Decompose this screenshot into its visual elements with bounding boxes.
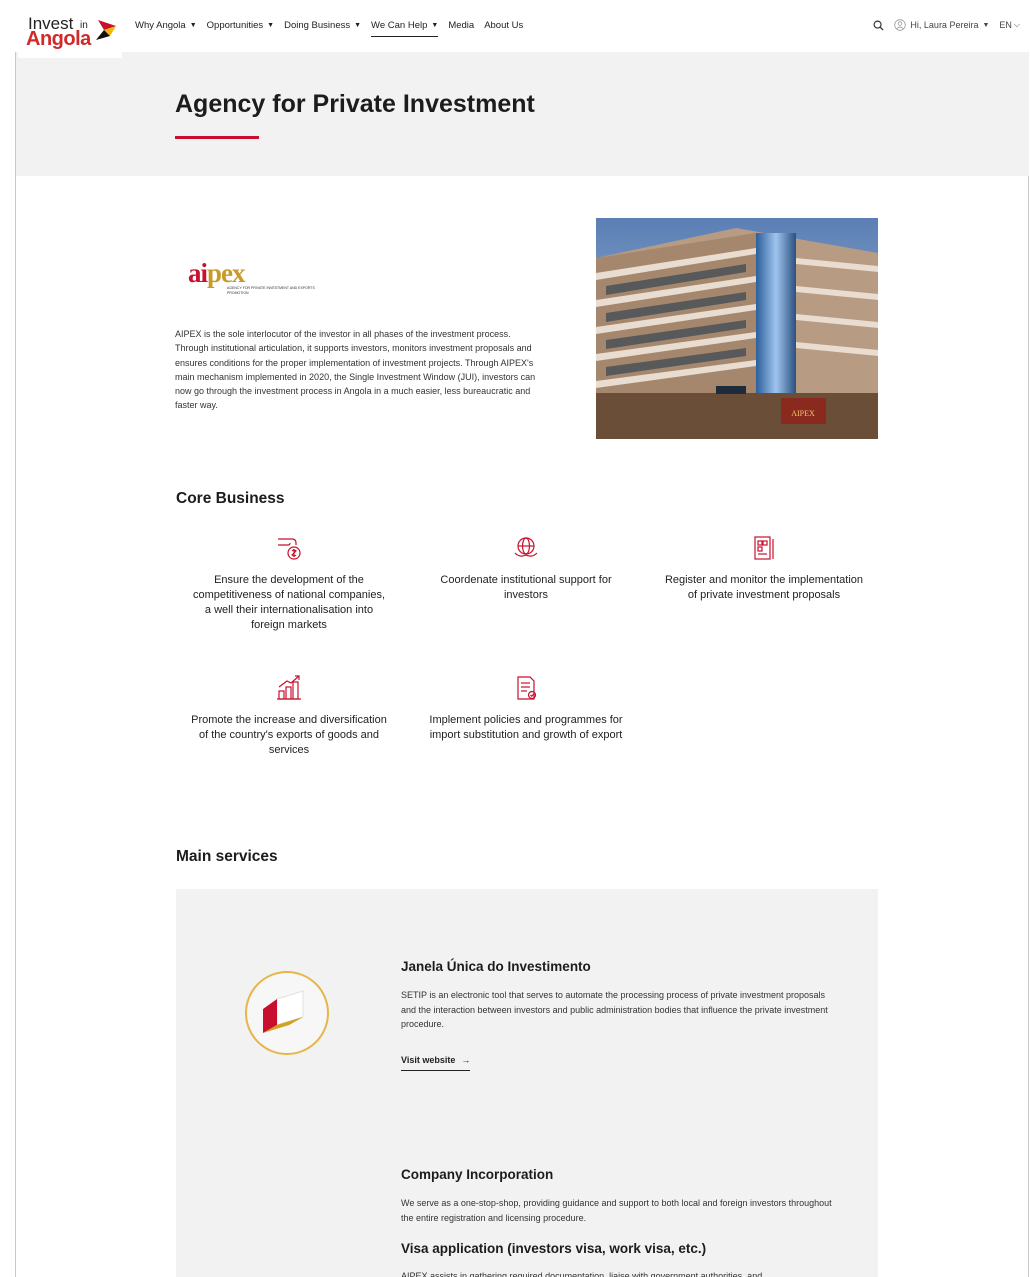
header-actions: Hi, Laura Pereira ▼ EN ⌵	[873, 19, 1020, 31]
service-title-company-incorporation: Company Incorporation	[401, 1167, 554, 1182]
core-business-text: Ensure the development of the competitiv…	[193, 574, 385, 631]
nav-item-we-can-help[interactable]: We Can Help ▼	[371, 20, 439, 37]
core-business-item: Promote the increase and diversification…	[189, 673, 389, 758]
visit-website-link[interactable]: Visit website →	[401, 1055, 471, 1071]
nav-item-media[interactable]: Media	[448, 20, 474, 31]
core-business-text: Coordenate institutional support for inv…	[440, 574, 612, 601]
nav-label: We Can Help	[371, 20, 428, 31]
core-business-item: Register and monitor the implementation …	[664, 533, 864, 603]
svg-text:AIPEX: AIPEX	[791, 409, 815, 418]
core-business-text: Promote the increase and diversification…	[191, 714, 387, 756]
page-hero: Agency for Private Investment	[16, 52, 1029, 176]
nav-label: Media	[448, 20, 475, 31]
arrow-right-icon: →	[461, 1055, 471, 1065]
nav-item-about-us[interactable]: About Us	[484, 20, 523, 31]
search-icon[interactable]	[873, 20, 884, 31]
nav-item-opportunities[interactable]: Opportunities ▼	[207, 20, 274, 31]
globe-hands-icon	[514, 537, 538, 557]
aipex-logo-word: aipex	[188, 258, 246, 288]
nav-label: Doing Business	[284, 20, 351, 31]
core-business-item: Ensure the development of the competitiv…	[189, 533, 389, 633]
core-business-text: Register and monitor the implementation …	[664, 574, 864, 601]
service-title-visa-application: Visa application (investors visa, work v…	[401, 1241, 707, 1256]
title-underline	[175, 136, 259, 139]
service-text-company-incorporation: We serve as a one-stop-shop, providing g…	[401, 1198, 832, 1223]
service-text-janela-unica: SETIP is an electronic tool that serves …	[401, 990, 828, 1029]
logo-flag-icon	[96, 20, 116, 40]
growth-chart-icon	[277, 675, 301, 700]
language-label: EN	[999, 20, 1012, 30]
logo-angola-text: Angola	[26, 28, 91, 50]
caret-down-icon: ▼	[982, 21, 990, 29]
policy-document-icon	[517, 676, 537, 700]
caret-down-icon: ▼	[267, 22, 275, 29]
service-title-janela-unica: Janela Única do Investimento	[401, 959, 591, 974]
nav-label: Opportunities	[206, 20, 264, 31]
aipex-logo: aipex AGENCY FOR PRIVATE INVESTMENT AND …	[175, 258, 315, 298]
invest-in-angola-logo[interactable]: Invest in Angola	[18, 10, 122, 58]
core-business-item: Coordenate institutional support for inv…	[426, 533, 626, 603]
nav-label: About Us	[484, 20, 524, 31]
document-register-icon	[754, 536, 774, 560]
money-hand-icon	[278, 538, 301, 560]
core-business-item: Implement policies and programmes for im…	[426, 673, 626, 743]
core-business-text: Implement policies and programmes for im…	[429, 714, 623, 741]
nav-item-doing-business[interactable]: Doing Business ▼	[284, 20, 361, 31]
language-selector[interactable]: EN ⌵	[999, 20, 1020, 30]
caret-down-icon: ▼	[189, 22, 197, 29]
caret-down-icon: ▼	[354, 22, 362, 29]
services-panel: Janela Única do Investimento SETIP is an…	[176, 889, 878, 1277]
main-navigation: Why Angola ▼ Opportunities ▼ Doing Busin…	[135, 20, 523, 37]
nav-label: Why Angola	[135, 20, 186, 31]
window-right-border	[1028, 0, 1029, 1277]
janela-unica-logo	[245, 971, 329, 1055]
aipex-building-photo: AIPEX	[596, 218, 878, 439]
visit-website-label: Visit website	[401, 1055, 456, 1065]
intro-paragraph: AIPEX is the sole interlocutor of the in…	[175, 329, 536, 411]
caret-down-icon: ▼	[431, 22, 439, 29]
chevron-down-icon: ⌵	[1013, 20, 1020, 29]
page-title: Agency for Private Investment	[175, 90, 535, 118]
main-services-title: Main services	[176, 848, 278, 865]
user-icon	[894, 19, 907, 31]
nav-item-why-angola[interactable]: Why Angola ▼	[135, 20, 197, 31]
aipex-logo-subtitle: AGENCY FOR PRIVATE INVESTMENT AND EXPORT…	[227, 286, 315, 295]
core-business-title: Core Business	[176, 490, 285, 507]
user-menu[interactable]: Hi, Laura Pereira ▼	[894, 19, 989, 31]
user-greeting: Hi, Laura Pereira	[910, 20, 979, 30]
window-left-border	[15, 50, 16, 1277]
site-header: Invest in Angola Why Angola ▼ Opportunit…	[0, 0, 1030, 58]
service-text-visa-application: AIPEX assists in gathering required docu…	[401, 1271, 763, 1277]
